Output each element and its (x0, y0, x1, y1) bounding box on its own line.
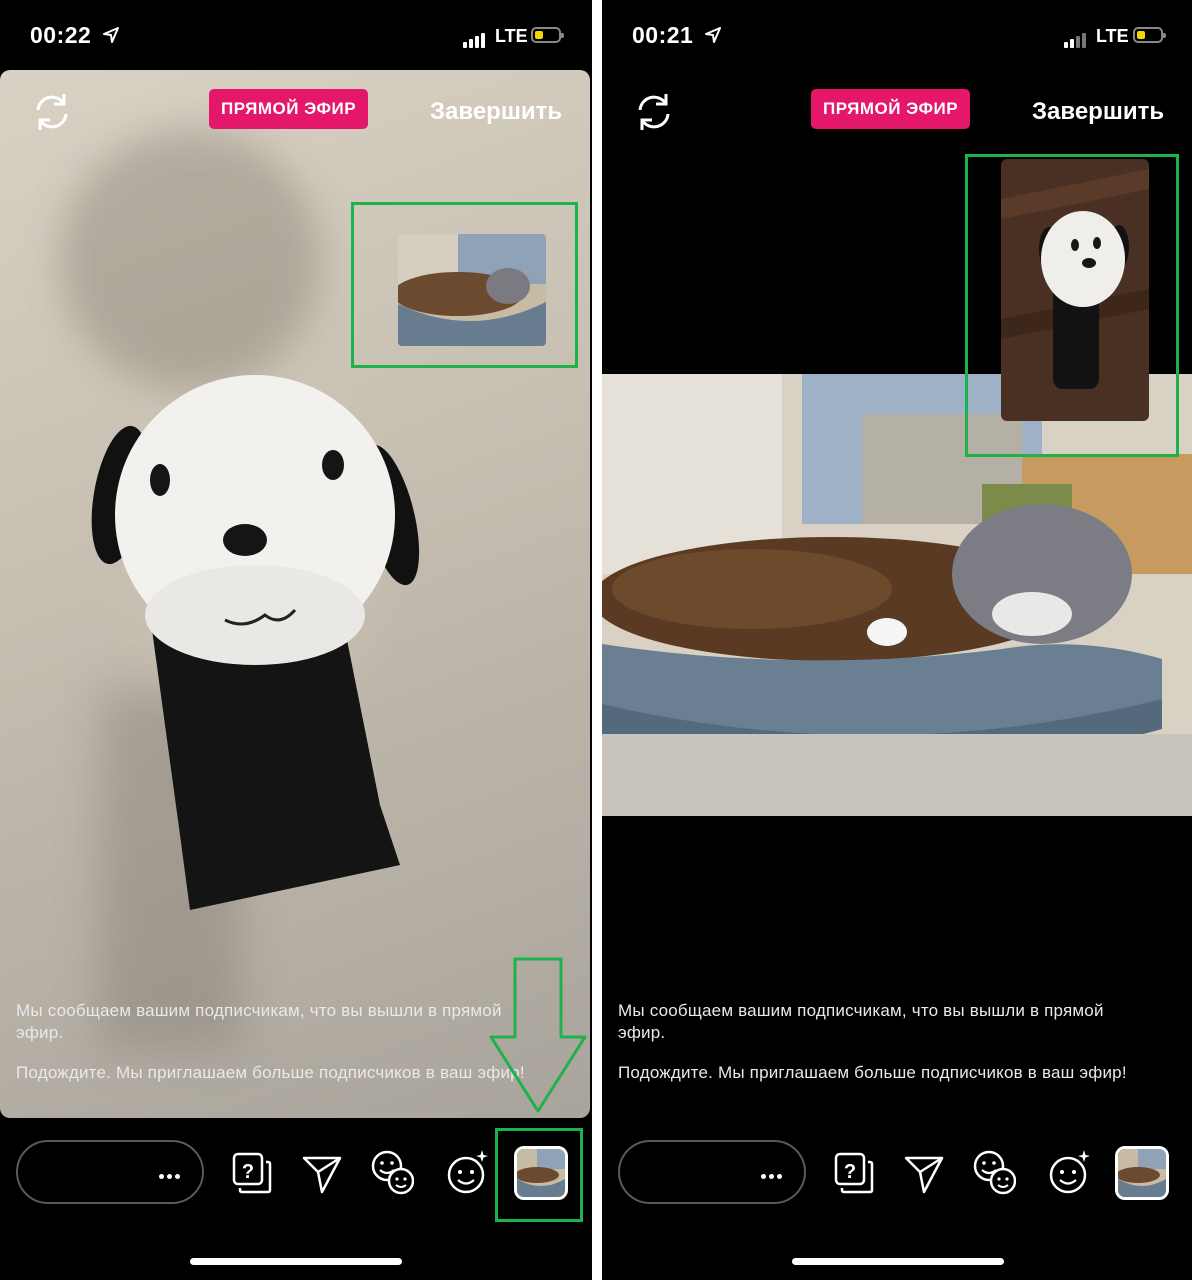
network-label: LTE (495, 26, 528, 46)
svg-text:?: ? (242, 1161, 254, 1183)
live-badge: ПРЯМОЙ ЭФИР (811, 89, 971, 129)
more-icon[interactable] (758, 1166, 782, 1184)
comment-input[interactable] (618, 1140, 806, 1204)
network-label: LTE (1096, 26, 1129, 46)
thumbnail-highlight (495, 1128, 583, 1222)
home-indicator (190, 1258, 402, 1265)
question-sticker-icon[interactable]: ? (832, 1148, 876, 1196)
phone-left: 00:22 LTE ПРЯМОЙ ЭФИР Завершить Мы сообщ… (0, 0, 592, 1280)
effects-icon[interactable] (445, 1148, 489, 1196)
location-arrow-icon (103, 27, 119, 43)
more-icon[interactable] (156, 1166, 180, 1184)
phone-right: 00:21 LTE ПРЯМОЙ ЭФИР Завершить Мы сообщ… (602, 0, 1192, 1280)
camera-view-main: ПРЯМОЙ ЭФИР Завершить Мы сообщаем вашим … (602, 70, 1192, 1118)
end-button[interactable]: Завершить (430, 98, 562, 126)
comment-input[interactable] (16, 1140, 204, 1204)
arrow-down-icon (489, 957, 587, 1113)
live-badge: ПРЯМОЙ ЭФИР (209, 89, 369, 129)
signal-icon (1064, 30, 1088, 48)
battery-icon (531, 27, 564, 43)
guest-preview-highlight (351, 202, 578, 368)
status-time: 00:22 (30, 22, 92, 48)
gallery-thumbnail-image (1118, 1149, 1166, 1197)
end-button[interactable]: Завершить (1032, 98, 1164, 126)
flip-camera-icon[interactable] (30, 90, 74, 134)
send-icon[interactable] (902, 1148, 946, 1196)
live-notice-2: Подождите. Мы приглашаем больше подписчи… (16, 1063, 525, 1082)
status-time: 00:21 (632, 22, 694, 48)
svg-text:?: ? (844, 1161, 856, 1183)
add-guest-icon[interactable] (370, 1148, 414, 1196)
live-notice-2: Подождите. Мы приглашаем больше подписчи… (618, 1063, 1127, 1082)
send-icon[interactable] (300, 1148, 344, 1196)
location-arrow-icon (705, 27, 721, 43)
live-notice-1: Мы сообщаем вашим подписчикам, что вы вы… (618, 1001, 1104, 1042)
toy-dog-image (91, 375, 420, 910)
home-indicator (792, 1258, 1004, 1265)
gallery-thumbnail-button[interactable] (1115, 1146, 1169, 1200)
live-notice-1: Мы сообщаем вашим подписчикам, что вы вы… (16, 1001, 502, 1042)
signal-icon (463, 30, 487, 48)
add-guest-icon[interactable] (972, 1148, 1016, 1196)
guest-preview-highlight (965, 154, 1179, 457)
flip-camera-icon[interactable] (632, 90, 676, 134)
effects-icon[interactable] (1047, 1148, 1091, 1196)
question-sticker-icon[interactable]: ? (230, 1148, 274, 1196)
battery-icon (1133, 27, 1166, 43)
